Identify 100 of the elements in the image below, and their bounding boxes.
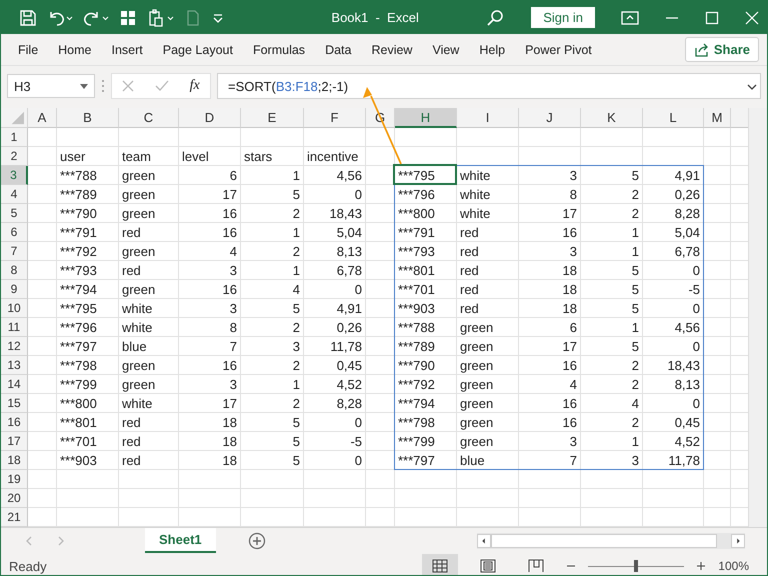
add-sheet-icon[interactable] (248, 532, 266, 550)
column-header[interactable]: L (643, 108, 704, 128)
column-header[interactable]: C (119, 108, 179, 128)
empty-cell[interactable] (519, 128, 581, 147)
empty-cell[interactable] (704, 147, 731, 166)
empty-cell[interactable] (304, 508, 366, 527)
empty-cell[interactable] (395, 489, 457, 508)
empty-cell[interactable] (395, 128, 457, 147)
empty-cell[interactable] (704, 432, 731, 451)
close-icon[interactable] (745, 10, 759, 24)
empty-cell[interactable] (643, 489, 704, 508)
empty-cell[interactable] (179, 489, 241, 508)
empty-cell[interactable] (119, 508, 179, 527)
row-header[interactable]: 13 (1, 356, 28, 375)
empty-cell[interactable] (304, 470, 366, 489)
empty-cell[interactable] (119, 489, 179, 508)
empty-cell[interactable] (366, 147, 395, 166)
previous-sheet-icon[interactable] (25, 536, 33, 546)
empty-cell[interactable] (57, 128, 119, 147)
empty-cell[interactable] (119, 470, 179, 489)
empty-cell[interactable] (643, 508, 704, 527)
row-header[interactable]: 9 (1, 280, 28, 299)
empty-cell[interactable] (704, 242, 731, 261)
empty-cell[interactable] (519, 508, 581, 527)
empty-cell[interactable] (366, 489, 395, 508)
empty-cell[interactable] (119, 128, 179, 147)
empty-cell[interactable] (704, 413, 731, 432)
empty-cell[interactable] (704, 489, 731, 508)
empty-cell[interactable] (179, 128, 241, 147)
ribbon-tab[interactable]: Review (364, 38, 420, 60)
row-header[interactable]: 17 (1, 432, 28, 451)
column-header[interactable]: D (179, 108, 241, 128)
horizontal-scrollbar[interactable] (477, 533, 745, 549)
column-header[interactable]: B (57, 108, 119, 128)
zoom-level[interactable]: 100% (718, 559, 749, 573)
row-header[interactable]: 18 (1, 451, 28, 470)
sheet-tab[interactable]: Sheet1 (145, 528, 216, 553)
empty-cell[interactable] (395, 508, 457, 527)
row-header[interactable]: 4 (1, 185, 28, 204)
empty-cell[interactable] (457, 128, 519, 147)
ribbon-tab[interactable]: Page Layout (156, 38, 240, 60)
row-header[interactable]: 11 (1, 318, 28, 337)
column-header[interactable]: K (581, 108, 643, 128)
sign-in-button[interactable]: Sign in (531, 7, 595, 28)
empty-cell[interactable] (57, 489, 119, 508)
share-button[interactable]: Share (684, 37, 759, 62)
empty-cell[interactable] (704, 451, 731, 470)
empty-cell[interactable] (581, 508, 643, 527)
zoom-slider-thumb[interactable] (634, 560, 638, 572)
column-header[interactable]: I (457, 108, 519, 128)
ribbon-tab[interactable]: Help (472, 38, 512, 60)
column-header[interactable]: F (304, 108, 366, 128)
empty-cell[interactable] (304, 489, 366, 508)
empty-cell[interactable] (457, 508, 519, 527)
row-header[interactable]: 21 (1, 508, 28, 527)
empty-cell[interactable] (704, 204, 731, 223)
ribbon-tab[interactable]: Insert (104, 38, 150, 60)
empty-cell[interactable] (304, 128, 366, 147)
ribbon-tab[interactable]: Formulas (246, 38, 312, 60)
row-header[interactable]: 16 (1, 413, 28, 432)
empty-cell[interactable] (519, 489, 581, 508)
column-header[interactable]: E (241, 108, 304, 128)
empty-cell[interactable] (241, 128, 304, 147)
empty-cell[interactable] (704, 337, 731, 356)
empty-cell[interactable] (704, 166, 731, 185)
column-header[interactable]: A (28, 108, 57, 128)
empty-cell[interactable] (704, 356, 731, 375)
zoom-in-icon[interactable] (696, 561, 706, 571)
empty-cell[interactable] (395, 470, 457, 489)
row-header[interactable]: 15 (1, 394, 28, 413)
clipboard-icon[interactable] (147, 8, 175, 26)
ribbon-tab[interactable]: Data (318, 38, 358, 60)
document-icon[interactable] (185, 8, 201, 26)
name-box[interactable]: H3 (7, 74, 95, 98)
empty-cell[interactable] (704, 318, 731, 337)
empty-cell[interactable] (704, 508, 731, 527)
row-header[interactable]: 6 (1, 223, 28, 242)
empty-cell[interactable] (704, 128, 731, 147)
empty-cell[interactable] (704, 185, 731, 204)
empty-cell[interactable] (241, 508, 304, 527)
next-sheet-icon[interactable] (57, 536, 65, 546)
empty-cell[interactable] (519, 470, 581, 489)
empty-cell[interactable] (581, 128, 643, 147)
ribbon-display-icon[interactable] (621, 10, 639, 24)
empty-cell[interactable] (704, 299, 731, 318)
empty-cell[interactable] (241, 489, 304, 508)
search-icon[interactable] (485, 8, 506, 28)
row-header[interactable]: 5 (1, 204, 28, 223)
empty-cell[interactable] (179, 508, 241, 527)
empty-cell[interactable] (581, 470, 643, 489)
scroll-left-icon[interactable] (477, 534, 491, 548)
scrollbar-thumb[interactable] (491, 534, 717, 548)
empty-cell[interactable] (366, 470, 395, 489)
empty-cell[interactable] (57, 470, 119, 489)
vertical-scrollbar[interactable] (748, 108, 767, 527)
insert-function-button[interactable]: fx (190, 78, 200, 94)
empty-cell[interactable] (241, 470, 304, 489)
column-header[interactable]: M (704, 108, 731, 128)
row-header[interactable]: 1 (1, 128, 28, 147)
cancel-icon[interactable] (122, 80, 134, 92)
